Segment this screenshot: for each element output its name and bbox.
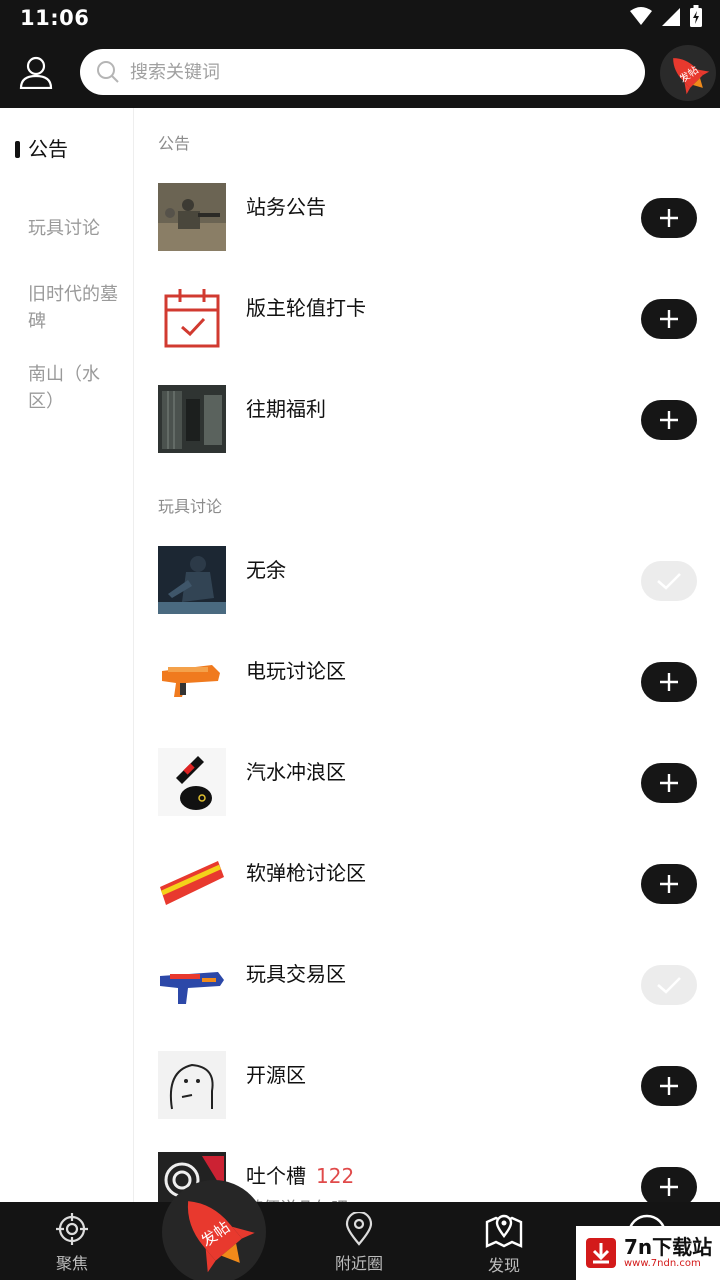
user-icon bbox=[19, 56, 53, 89]
follow-button[interactable] bbox=[641, 864, 697, 904]
forum-name: 汽水冲浪区 bbox=[246, 760, 346, 784]
thumbnail-cola-cat bbox=[158, 748, 226, 816]
check-icon bbox=[657, 977, 681, 994]
forum-name: 开源区 bbox=[246, 1063, 306, 1087]
nav-focus[interactable]: 聚焦 bbox=[17, 1212, 127, 1274]
thumbnail-soldiers bbox=[158, 183, 226, 251]
crosshair-icon bbox=[56, 1213, 88, 1245]
list-item[interactable]: 无余 bbox=[135, 546, 720, 636]
follow-button[interactable] bbox=[641, 1167, 697, 1202]
watermark-badge: 7n下载站 www.7ndn.com bbox=[576, 1226, 720, 1280]
watermark-url: www.7ndn.com bbox=[624, 1258, 701, 1269]
location-pin-icon bbox=[345, 1212, 373, 1246]
forum-name-text: 吐个槽 bbox=[246, 1164, 306, 1188]
follow-button[interactable] bbox=[641, 299, 697, 339]
forum-subtitle: 随便说几句吧 bbox=[246, 1194, 348, 1202]
nav-nearby[interactable]: 附近圈 bbox=[304, 1212, 414, 1274]
list-item[interactable]: 电玩讨论区 bbox=[135, 647, 720, 737]
check-icon bbox=[657, 573, 681, 590]
nav-label: 发现 bbox=[487, 1256, 520, 1275]
nav-label: 聚焦 bbox=[55, 1254, 88, 1273]
post-button-bottom[interactable]: 发帖 bbox=[162, 1180, 266, 1280]
follow-button[interactable] bbox=[641, 198, 697, 238]
active-indicator bbox=[15, 141, 20, 158]
battery-icon bbox=[690, 5, 702, 27]
plus-icon bbox=[660, 209, 678, 227]
plus-icon bbox=[660, 673, 678, 691]
list-item[interactable]: 汽水冲浪区 bbox=[135, 748, 720, 838]
search-bar[interactable] bbox=[80, 49, 645, 95]
follow-button[interactable] bbox=[641, 400, 697, 440]
category-sidebar bbox=[0, 108, 134, 1202]
joined-button[interactable] bbox=[641, 561, 697, 601]
nav-label: 附近圈 bbox=[334, 1254, 383, 1273]
download-arrow-icon bbox=[586, 1238, 616, 1268]
section-title: 公告 bbox=[158, 134, 191, 153]
sidebar-item-old-era[interactable]: 旧时代的墓碑 bbox=[28, 281, 124, 335]
follow-button[interactable] bbox=[641, 763, 697, 803]
list-item[interactable]: 往期福利 bbox=[135, 385, 720, 475]
watermark-text: 7n下载站 www.7ndn.com bbox=[624, 1236, 712, 1270]
map-icon bbox=[485, 1214, 523, 1248]
forum-name: 软弹枪讨论区 bbox=[246, 861, 366, 885]
plus-icon bbox=[660, 310, 678, 328]
forum-name: 玩具交易区 bbox=[246, 962, 346, 986]
post-count: 122 bbox=[316, 1164, 355, 1188]
nerf-logo bbox=[158, 849, 226, 917]
search-input[interactable] bbox=[130, 61, 570, 83]
status-time: 11:06 bbox=[20, 6, 90, 30]
sidebar-item-toy-discussion[interactable]: 玩具讨论 bbox=[28, 215, 124, 242]
post-button-top[interactable]: 发帖 bbox=[660, 45, 716, 101]
forum-name: 无余 bbox=[246, 558, 286, 582]
list-item[interactable]: 开源区 bbox=[135, 1051, 720, 1141]
forum-name: 电玩讨论区 bbox=[246, 659, 346, 683]
forum-name: 往期福利 bbox=[246, 397, 326, 421]
follow-button[interactable] bbox=[641, 1066, 697, 1106]
profile-button[interactable] bbox=[14, 50, 58, 94]
rocket-icon: 发帖 bbox=[673, 58, 710, 95]
nav-discover[interactable]: 发现 bbox=[449, 1212, 559, 1276]
plus-icon bbox=[660, 774, 678, 792]
thumbnail-sketch-face bbox=[158, 1051, 226, 1119]
plus-icon bbox=[660, 1178, 678, 1196]
calendar-check-icon bbox=[158, 284, 226, 352]
status-icons bbox=[630, 5, 702, 27]
thumbnail-corridor bbox=[158, 385, 226, 453]
forum-list: 公告 站务公告 版主轮值打卡 往期福利 玩具讨论 无余 电玩讨论区 汽水冲浪区 … bbox=[135, 108, 720, 1202]
sidebar-item-announcements[interactable]: 公告 bbox=[28, 136, 124, 163]
list-item[interactable]: 站务公告 bbox=[135, 183, 720, 273]
forum-name: 版主轮值打卡 bbox=[246, 296, 366, 320]
thumbnail-blue-blaster bbox=[158, 950, 226, 1018]
list-item[interactable]: 版主轮值打卡 bbox=[135, 284, 720, 374]
forum-name: 吐个槽 122 bbox=[246, 1160, 354, 1189]
plus-icon bbox=[660, 1077, 678, 1095]
search-icon bbox=[97, 61, 119, 83]
list-item[interactable]: 玩具交易区 bbox=[135, 950, 720, 1040]
follow-button[interactable] bbox=[641, 662, 697, 702]
wifi-icon bbox=[630, 7, 652, 25]
forum-name: 站务公告 bbox=[246, 195, 326, 219]
plus-icon bbox=[660, 411, 678, 429]
plus-icon bbox=[660, 875, 678, 893]
header-bar: 11:06 发帖 bbox=[0, 0, 720, 108]
thumbnail-cyber-figure bbox=[158, 546, 226, 614]
rocket-icon: 发帖 bbox=[187, 1201, 255, 1273]
watermark-title: 7n下载站 bbox=[624, 1235, 713, 1259]
joined-button[interactable] bbox=[641, 965, 697, 1005]
signal-icon bbox=[662, 8, 680, 26]
sidebar-item-nanshan[interactable]: 南山（水区） bbox=[28, 361, 124, 415]
thumbnail-orange-blaster bbox=[158, 647, 226, 715]
list-item[interactable]: 软弹枪讨论区 bbox=[135, 849, 720, 939]
section-title: 玩具讨论 bbox=[158, 497, 223, 516]
